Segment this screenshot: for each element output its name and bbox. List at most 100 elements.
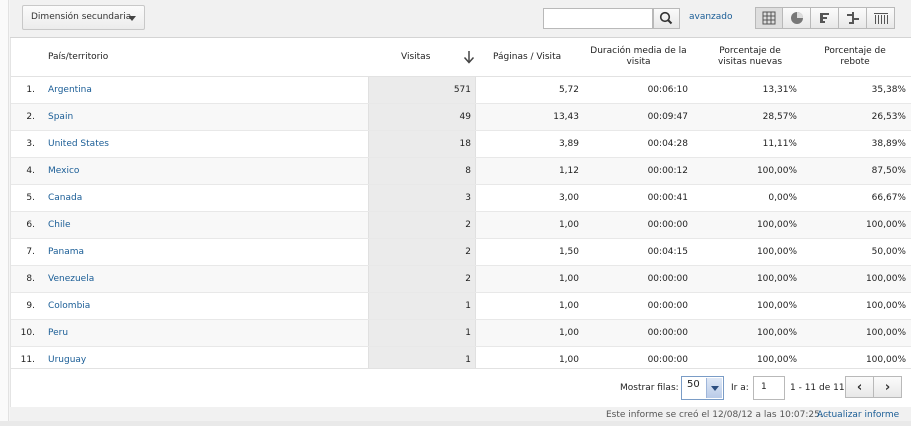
row-index: 6. bbox=[26, 220, 35, 230]
bounce-rate-cell: 35,38% bbox=[871, 85, 906, 95]
view-switcher bbox=[755, 7, 895, 29]
visits-cell: 571 bbox=[368, 77, 476, 103]
table-row: 9. Colombia 1 1,00 00:00:00 100,00% 100,00% bbox=[11, 293, 911, 320]
table-header: País/territorio Visitas Páginas / Visita… bbox=[11, 38, 911, 77]
table-body: 1. Argentina 571 5,72 00:06:10 13,31% 35,38% 2.… bbox=[11, 77, 911, 374]
bounce-rate-cell: 100,00% bbox=[865, 220, 906, 230]
pie-view-button[interactable] bbox=[783, 7, 811, 29]
table-row: 2. Spain 49 13,43 00:09:47 28,57% 26,53% bbox=[11, 104, 911, 131]
search-button[interactable] bbox=[653, 8, 680, 29]
country-link[interactable]: Peru bbox=[48, 320, 68, 346]
country-link[interactable]: Chile bbox=[48, 212, 71, 238]
performance-view-button[interactable] bbox=[811, 7, 839, 29]
col-header-duration[interactable]: Duración media de la visita bbox=[589, 38, 688, 76]
row-index: 3. bbox=[26, 139, 35, 149]
bounce-rate-cell: 26,53% bbox=[871, 112, 906, 122]
table-row: 7. Panama 2 1,50 00:04:15 100,00% 50,00% bbox=[11, 239, 911, 266]
bounce-rate-cell: 87,50% bbox=[871, 166, 906, 176]
col-header-new-visits[interactable]: Porcentaje de visitas nuevas bbox=[709, 38, 791, 76]
new-visits-cell: 11,11% bbox=[762, 139, 797, 149]
avg-duration-cell: 00:04:28 bbox=[647, 139, 688, 149]
avg-duration-cell: 00:00:00 bbox=[647, 328, 688, 338]
comparison-view-icon bbox=[846, 12, 859, 24]
table-row: 10. Peru 1 1,00 00:00:00 100,00% 100,00% bbox=[11, 320, 911, 347]
pages-per-visit-cell: 1,00 bbox=[558, 220, 579, 230]
new-visits-cell: 100,00% bbox=[756, 328, 797, 338]
country-link[interactable]: Canada bbox=[48, 185, 82, 211]
row-index: 10. bbox=[20, 328, 35, 338]
search-input[interactable] bbox=[543, 8, 653, 29]
bounce-rate-cell: 66,67% bbox=[871, 193, 906, 203]
row-index: 5. bbox=[26, 193, 35, 203]
new-visits-cell: 100,00% bbox=[756, 301, 797, 311]
table-row: 5. Canada 3 3,00 00:00:41 0,00% 66,67% bbox=[11, 185, 911, 212]
report-created-text: Este informe se creó el 12/08/12 a las 1… bbox=[606, 410, 829, 420]
visits-cell: 2 bbox=[368, 239, 476, 265]
avg-duration-cell: 00:00:00 bbox=[647, 301, 688, 311]
advanced-filter-link[interactable]: avanzado bbox=[689, 12, 733, 22]
bounce-rate-cell: 100,00% bbox=[865, 274, 906, 284]
pivot-view-button[interactable] bbox=[867, 7, 895, 29]
next-page-button[interactable]: › bbox=[873, 376, 902, 398]
pages-per-visit-cell: 1,00 bbox=[558, 328, 579, 338]
col-header-country[interactable]: País/territorio bbox=[48, 38, 108, 76]
update-report-link[interactable]: Actualizar informe bbox=[817, 410, 899, 420]
avg-duration-cell: 00:09:47 bbox=[647, 112, 688, 122]
col-header-pages[interactable]: Páginas / Visita bbox=[493, 38, 561, 76]
new-visits-cell: 100,00% bbox=[756, 274, 797, 284]
visits-cell: 1 bbox=[368, 293, 476, 319]
chevron-right-icon: › bbox=[884, 379, 891, 395]
table-row: 6. Chile 2 1,00 00:00:00 100,00% 100,00% bbox=[11, 212, 911, 239]
col-header-bounce[interactable]: Porcentaje de rebote bbox=[814, 38, 896, 76]
table-footer: Mostrar filas: 50 Ir a: 1 1 - 11 de 11 ‹… bbox=[10, 368, 911, 407]
avg-duration-cell: 00:00:00 bbox=[647, 274, 688, 284]
pages-per-visit-cell: 3,00 bbox=[558, 193, 579, 203]
row-index: 4. bbox=[26, 166, 35, 176]
chevron-down-icon bbox=[128, 16, 136, 21]
rows-per-page-value: 50 bbox=[687, 379, 700, 390]
pages-per-visit-cell: 1,00 bbox=[558, 301, 579, 311]
secondary-dimension-label: Dimensión secundaria bbox=[31, 12, 132, 22]
visits-cell: 1 bbox=[368, 320, 476, 346]
table-row: 8. Venezuela 2 1,00 00:00:00 100,00% 100,00% bbox=[11, 266, 911, 293]
avg-duration-cell: 00:00:12 bbox=[647, 166, 688, 176]
country-link[interactable]: Colombia bbox=[48, 293, 90, 319]
row-index: 1. bbox=[26, 85, 35, 95]
country-link[interactable]: United States bbox=[48, 131, 109, 157]
rows-per-page-select[interactable]: 50 bbox=[681, 376, 724, 400]
sort-down-arrow-icon[interactable] bbox=[463, 38, 475, 76]
comparison-view-button[interactable] bbox=[839, 7, 867, 29]
col-header-visits[interactable]: Visitas bbox=[401, 38, 430, 76]
avg-duration-cell: 00:00:41 bbox=[647, 193, 688, 203]
bounce-rate-cell: 100,00% bbox=[865, 328, 906, 338]
table-view-icon bbox=[762, 11, 776, 25]
pie-view-icon bbox=[790, 12, 803, 24]
search-icon bbox=[659, 11, 673, 25]
country-link[interactable]: Panama bbox=[48, 239, 84, 265]
country-link[interactable]: Venezuela bbox=[48, 266, 94, 292]
table-row: 4. Mexico 8 1,12 00:00:12 100,00% 87,50% bbox=[11, 158, 911, 185]
prev-page-button[interactable]: ‹ bbox=[845, 376, 874, 398]
avg-duration-cell: 00:00:00 bbox=[647, 220, 688, 230]
visits-cell: 2 bbox=[368, 266, 476, 292]
pages-per-visit-cell: 1,50 bbox=[558, 247, 579, 257]
bottom-scrollbar[interactable] bbox=[0, 421, 911, 426]
country-link[interactable]: Mexico bbox=[48, 158, 79, 184]
left-edge bbox=[0, 0, 9, 426]
new-visits-cell: 100,00% bbox=[756, 247, 797, 257]
avg-duration-cell: 00:06:10 bbox=[647, 85, 688, 95]
page-range: 1 - 11 de 11 bbox=[790, 383, 845, 393]
new-visits-cell: 100,00% bbox=[756, 166, 797, 176]
new-visits-cell: 28,57% bbox=[762, 112, 797, 122]
table-view-button[interactable] bbox=[755, 7, 783, 29]
country-link[interactable]: Spain bbox=[48, 104, 73, 130]
goto-label: Ir a: bbox=[731, 383, 749, 393]
chevron-left-icon: ‹ bbox=[856, 379, 863, 395]
pages-per-visit-cell: 5,72 bbox=[558, 85, 579, 95]
goto-page-input[interactable]: 1 bbox=[753, 376, 785, 400]
row-index: 8. bbox=[26, 274, 35, 284]
table-toolbar: Dimensión secundaria avanzado bbox=[10, 0, 911, 38]
pivot-view-icon bbox=[873, 13, 888, 24]
secondary-dimension-dropdown[interactable]: Dimensión secundaria bbox=[22, 5, 145, 30]
country-link[interactable]: Argentina bbox=[48, 77, 92, 103]
